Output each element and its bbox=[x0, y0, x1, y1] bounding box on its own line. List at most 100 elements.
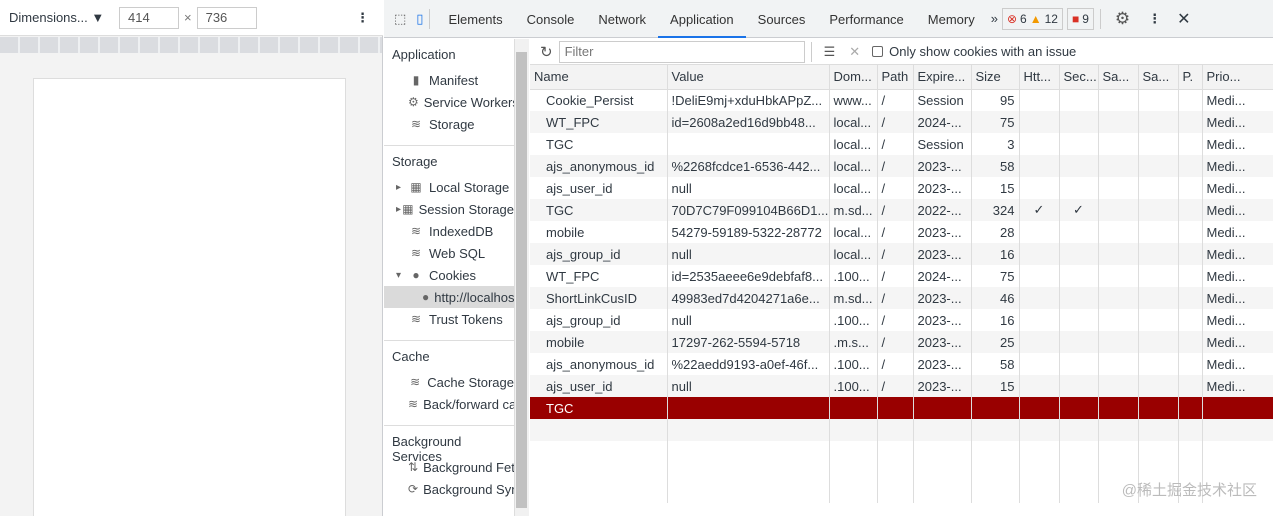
sidebar-item-label: Back/forward cache bbox=[423, 396, 514, 412]
cookie-row[interactable]: ajs_anonymous_id %22aedd9193-a0ef-46f....… bbox=[530, 353, 1273, 375]
cell-prio: Medi... bbox=[1202, 111, 1273, 133]
cookie-row[interactable]: ShortLinkCusID 49983ed7d4204271a6e... m.sd… bbox=[530, 287, 1273, 309]
cell-dom: .100... bbox=[829, 265, 878, 287]
cookie-row[interactable]: ajs_anonymous_id %2268fcdce1-6536-442... l… bbox=[530, 155, 1273, 177]
issues-badge[interactable]: ■ 9 bbox=[1066, 7, 1094, 30]
column-header[interactable]: Sa... bbox=[1098, 65, 1139, 90]
column-header[interactable]: Name bbox=[530, 65, 668, 90]
delete-selected-icon[interactable]: ✕ bbox=[849, 44, 860, 60]
inspect-element-icon[interactable]: ⬚ bbox=[394, 11, 406, 27]
scrollbar-thumb[interactable] bbox=[516, 52, 527, 508]
cell-value: null bbox=[667, 243, 830, 265]
column-header[interactable]: Prio... bbox=[1202, 65, 1273, 90]
database-icon: ≋ bbox=[410, 246, 422, 260]
column-header[interactable]: Htt... bbox=[1019, 65, 1060, 90]
cell-sec bbox=[1059, 375, 1099, 397]
width-input[interactable]: 414 bbox=[119, 6, 179, 29]
sidebar-item-indexeddb[interactable]: ≋ IndexedDB bbox=[384, 220, 514, 242]
sidebar-item-label: Manifest bbox=[429, 72, 479, 88]
sidebar-item-back-forward-cache[interactable]: ≋ Back/forward cache bbox=[384, 393, 514, 415]
cell-dom: local... bbox=[829, 111, 878, 133]
column-header[interactable]: Size bbox=[971, 65, 1020, 90]
clear-filtered-icon[interactable]: ☰ bbox=[824, 44, 836, 60]
cell-path: / bbox=[877, 177, 914, 199]
cookie-row[interactable]: ajs_user_id null local.../2023-... 15 Medi..… bbox=[530, 177, 1273, 199]
empty-cell bbox=[1202, 419, 1273, 441]
sidebar-item-cache-storage[interactable]: ≋ Cache Storage bbox=[384, 371, 514, 393]
sidebar-item-service-workers[interactable]: ⚙ Service Workers bbox=[384, 91, 514, 113]
empty-cell bbox=[877, 419, 914, 441]
expanded-arrow-icon[interactable]: ▾ bbox=[396, 270, 408, 281]
more-icon[interactable]: ⋮ bbox=[1148, 11, 1161, 27]
sidebar-item-cookies[interactable]: ▾ ● Cookies bbox=[384, 264, 514, 286]
cookie-row[interactable]: TGC local... / Session 3 Medi... bbox=[530, 133, 1273, 155]
cell-size: 95 bbox=[971, 89, 1020, 111]
column-header[interactable]: Dom... bbox=[829, 65, 878, 90]
device-viewport[interactable] bbox=[33, 78, 346, 516]
file-icon: ▮ bbox=[412, 73, 420, 87]
cookie-row[interactable]: mobile 54279-59189-5322-28772 local.../202… bbox=[530, 221, 1273, 243]
only-issues-checkbox[interactable] bbox=[872, 46, 884, 57]
height-input[interactable]: 736 bbox=[196, 6, 257, 29]
device-toolbar-icon[interactable]: ▯ bbox=[416, 11, 423, 27]
console-badge[interactable]: ⊗ 6 ▲ 12 bbox=[1001, 7, 1063, 30]
tab-network[interactable]: Network bbox=[586, 0, 658, 38]
sidebar-item-manifest[interactable]: ▮ Manifest bbox=[384, 69, 514, 91]
cell-name: mobile bbox=[530, 221, 668, 243]
warning-icon: ▲ bbox=[1029, 11, 1042, 26]
cookie-row[interactable]: WT_FPC id=2535aeee6e9debfaf8... .100.../20… bbox=[530, 265, 1273, 287]
cell-htt bbox=[1019, 331, 1060, 353]
empty-cell bbox=[971, 463, 1020, 503]
empty-cell bbox=[1178, 419, 1203, 441]
cookie-row[interactable]: Cookie_Persist !DeliE9mj+xduHbkAPpZ... www… bbox=[530, 89, 1273, 111]
cookie-row[interactable]: ajs_group_id null local.../2023-... 16 Medi.… bbox=[530, 243, 1273, 265]
cookie-row[interactable]: TGC bbox=[530, 397, 1273, 419]
close-icon[interactable]: ✕ bbox=[1177, 9, 1190, 29]
cell-value: 17297-262-5594-5718 bbox=[667, 331, 830, 353]
filter-input[interactable]: Filter bbox=[558, 40, 805, 63]
gear-icon[interactable]: ⚙ bbox=[1115, 9, 1130, 29]
cell-value: id=2608a2ed16d9bb48... bbox=[667, 111, 830, 133]
cell-p bbox=[1178, 375, 1203, 397]
cookie-row[interactable]: WT_FPC id=2608a2ed16d9bb48... local.../202… bbox=[530, 111, 1273, 133]
tab-console[interactable]: Console bbox=[515, 0, 587, 38]
column-header[interactable]: Sa... bbox=[1138, 65, 1179, 90]
cell-htt bbox=[1019, 133, 1060, 155]
tab-memory[interactable]: Memory bbox=[916, 0, 987, 38]
sidebar-item-storage[interactable]: ≋ Storage bbox=[384, 113, 514, 135]
sidebar-item-http-localhost[interactable]: ● http://localhost bbox=[384, 286, 514, 308]
cell-prio: Medi... bbox=[1202, 287, 1273, 309]
cookie-row[interactable]: ajs_user_id null .100.../2023-... 15 Medi... bbox=[530, 375, 1273, 397]
column-header[interactable]: Expire... bbox=[913, 65, 972, 90]
column-header[interactable]: Value bbox=[667, 65, 830, 90]
collapsed-arrow-icon[interactable]: ▸ bbox=[396, 182, 408, 193]
media-query-ruler[interactable] bbox=[0, 37, 382, 53]
cell-htt: ✓ bbox=[1019, 199, 1060, 221]
cell-sec bbox=[1059, 221, 1099, 243]
cookie-row[interactable]: TGC 70D7C79F099104B66D1... m.sd.../2022-..… bbox=[530, 199, 1273, 221]
cell-expire: 2023-... bbox=[913, 177, 972, 199]
tab-application[interactable]: Application bbox=[658, 0, 746, 38]
column-header[interactable]: Path bbox=[877, 65, 914, 90]
tab-performance[interactable]: Performance bbox=[817, 0, 915, 38]
more-tabs-icon[interactable]: » bbox=[991, 11, 998, 26]
sidebar-item-trust-tokens[interactable]: ≋ Trust Tokens bbox=[384, 308, 514, 330]
database-icon: ≋ bbox=[410, 375, 421, 389]
tab-sources[interactable]: Sources bbox=[746, 0, 818, 38]
sidebar-item-background-sync[interactable]: ⟳ Background Sync bbox=[384, 478, 514, 500]
more-options-icon[interactable]: ⋮ bbox=[356, 10, 369, 26]
cookie-row[interactable]: mobile 17297-262-5594-5718 .m.s.../2023-..… bbox=[530, 331, 1273, 353]
cookie-row[interactable]: ajs_group_id null .100.../2023-... 16 Medi..… bbox=[530, 309, 1273, 331]
column-header[interactable]: P. bbox=[1178, 65, 1203, 90]
refresh-icon[interactable]: ↻ bbox=[540, 43, 553, 61]
tab-elements[interactable]: Elements bbox=[436, 0, 514, 38]
empty-cell bbox=[913, 419, 972, 441]
sidebar-item-local-storage[interactable]: ▸ ▦ Local Storage bbox=[384, 176, 514, 198]
cell-p bbox=[1178, 111, 1203, 133]
sidebar-item-session-storage[interactable]: ▸ ▦ Session Storage bbox=[384, 198, 514, 220]
sidebar-item-web-sql[interactable]: ≋ Web SQL bbox=[384, 242, 514, 264]
column-header[interactable]: Sec... bbox=[1059, 65, 1099, 90]
cell-prio: Medi... bbox=[1202, 243, 1273, 265]
empty-cell bbox=[1098, 441, 1139, 463]
dimensions-select[interactable]: Dimensions... ▼ bbox=[9, 10, 119, 25]
